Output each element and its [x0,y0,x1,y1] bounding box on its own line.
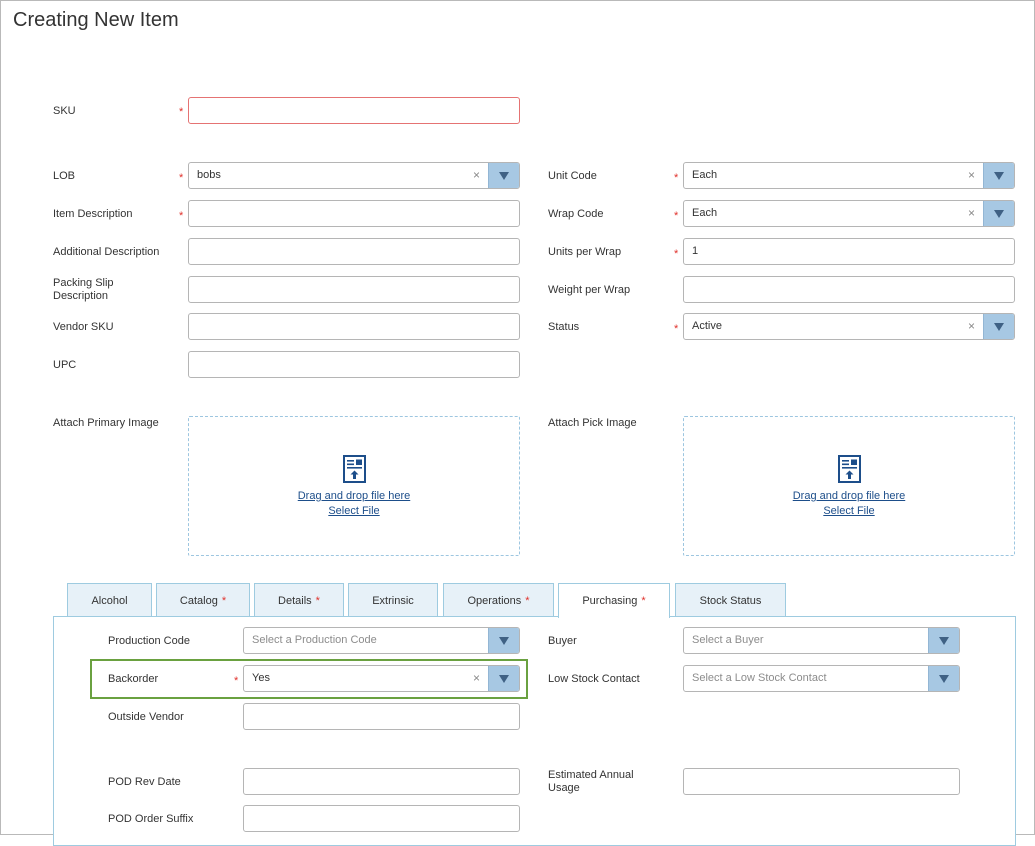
units-per-wrap-required-marker: * [674,248,679,260]
unit-code-label: Unit Code [548,170,597,182]
tab-label: Details [278,595,312,607]
outside-vendor-label: Outside Vendor [108,711,184,723]
packing-slip-description-input[interactable] [188,276,520,303]
vendor-sku-input[interactable] [188,313,520,340]
backorder-value: Yes [252,672,270,684]
low-stock-contact-label: Low Stock Contact [548,673,640,685]
wrap-code-required-marker: * [674,210,679,222]
tab-label: Alcohol [91,595,128,607]
buyer-select[interactable]: Select a Buyer [683,627,960,654]
production-code-label: Production Code [108,635,190,647]
weight-per-wrap-input[interactable] [683,276,1015,303]
wrap-code-value: Each [692,207,718,219]
tab-stock-status[interactable]: Stock Status [675,583,786,617]
primary-image-dropzone[interactable]: Drag and drop file here Select File [188,416,520,556]
low-stock-contact-select[interactable]: Select a Low Stock Contact [683,665,960,692]
chevron-down-icon[interactable] [983,314,1014,339]
sku-required-marker: * [179,106,184,118]
outside-vendor-input[interactable] [243,703,520,730]
clear-icon[interactable]: × [968,201,975,226]
additional-description-label: Additional Description [53,246,160,258]
drag-drop-link[interactable]: Drag and drop file here [684,490,1014,502]
tab-operations[interactable]: Operations * [443,583,554,617]
production-code-select[interactable]: Select a Production Code [243,627,520,654]
tab-details[interactable]: Details * [254,583,344,617]
buyer-placeholder: Select a Buyer [692,634,764,646]
chevron-down-icon[interactable] [488,666,519,691]
lob-select[interactable]: bobs × [188,162,520,189]
drag-drop-link[interactable]: Drag and drop file here [189,490,519,502]
vendor-sku-label: Vendor SKU [53,321,114,333]
tab-purchasing[interactable]: Purchasing * [558,583,670,618]
tab-extrinsic[interactable]: Extrinsic [348,583,438,617]
attach-primary-image-label: Attach Primary Image [53,417,159,429]
chevron-down-icon[interactable] [928,666,959,691]
upc-input[interactable] [188,351,520,378]
clear-icon[interactable]: × [473,163,480,188]
pod-order-suffix-label: POD Order Suffix [108,813,194,825]
tab-label: Purchasing [582,595,638,607]
item-description-input[interactable] [188,200,520,227]
additional-description-input[interactable] [188,238,520,265]
tab-alcohol[interactable]: Alcohol [67,583,152,617]
status-select[interactable]: Active × [683,313,1015,340]
estimated-annual-usage-label: Estimated Annual Usage [548,769,634,794]
required-marker: * [221,595,227,607]
estimated-annual-usage-input[interactable] [683,768,960,795]
upc-label: UPC [53,359,77,371]
file-upload-icon [838,455,861,483]
wrap-code-label: Wrap Code [548,208,604,220]
file-upload-icon [343,455,366,483]
backorder-required-marker: * [234,675,239,687]
lob-label: LOB [53,170,76,182]
weight-per-wrap-label: Weight per Wrap [548,284,631,296]
backorder-label: Backorder [108,673,159,685]
tab-catalog[interactable]: Catalog * [156,583,250,617]
chevron-down-icon[interactable] [488,628,519,653]
chevron-down-icon[interactable] [983,201,1014,226]
low-stock-contact-placeholder: Select a Low Stock Contact [692,672,827,684]
tab-label: Stock Status [699,595,762,607]
page-title: Creating New Item [13,9,179,31]
item-description-label: Item Description [53,208,133,220]
unit-code-select[interactable]: Each × [683,162,1015,189]
tab-label: Extrinsic [372,595,414,607]
sku-input[interactable] [188,97,520,124]
wrap-code-select[interactable]: Each × [683,200,1015,227]
lob-required-marker: * [179,172,184,184]
status-value: Active [692,320,722,332]
tab-label: Operations [467,595,522,607]
pod-order-suffix-input[interactable] [243,805,520,832]
unit-code-required-marker: * [674,172,679,184]
unit-code-value: Each [692,169,718,181]
select-file-link[interactable]: Select File [189,505,519,517]
required-marker: * [315,595,320,607]
pod-rev-date-label: POD Rev Date [108,776,181,788]
required-marker: * [641,595,646,607]
chevron-down-icon[interactable] [488,163,519,188]
chevron-down-icon[interactable] [983,163,1014,188]
units-per-wrap-input[interactable]: 1 [683,238,1015,265]
select-file-link[interactable]: Select File [684,505,1014,517]
item-description-required-marker: * [179,210,184,222]
lob-value: bobs [197,169,221,181]
pod-rev-date-input[interactable] [243,768,520,795]
tab-label: Catalog [179,595,218,607]
pick-image-dropzone[interactable]: Drag and drop file here Select File [683,416,1015,556]
sku-label: SKU [53,105,76,117]
status-required-marker: * [674,323,679,335]
chevron-down-icon[interactable] [928,628,959,653]
packing-slip-description-label: Packing Slip Description [53,277,114,302]
status-label: Status [548,321,580,333]
production-code-placeholder: Select a Production Code [252,634,377,646]
clear-icon[interactable]: × [968,163,975,188]
buyer-label: Buyer [548,635,577,647]
clear-icon[interactable]: × [968,314,975,339]
clear-icon[interactable]: × [473,666,480,691]
required-marker: * [525,595,530,607]
attach-pick-image-label: Attach Pick Image [548,417,637,429]
units-per-wrap-label: Units per Wrap [548,246,622,258]
backorder-select[interactable]: Yes × [243,665,520,692]
